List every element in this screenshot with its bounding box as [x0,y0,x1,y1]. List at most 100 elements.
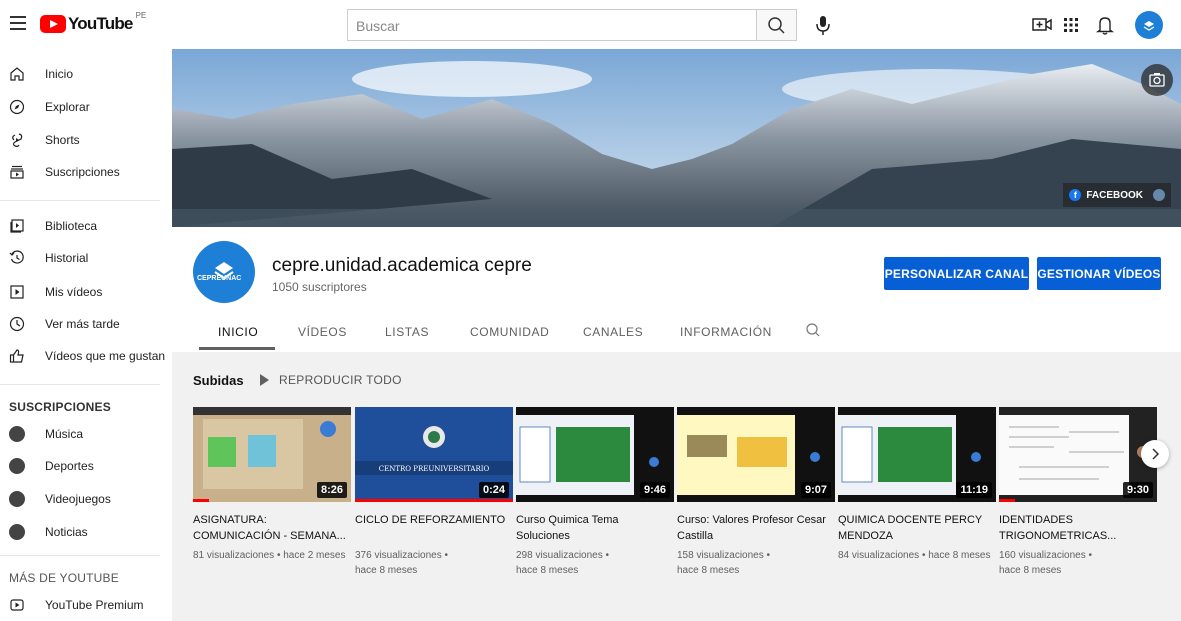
video-duration: 9:46 [639,482,670,498]
notifications-bell-icon [1095,17,1115,35]
sidebar-item-label: Música [45,427,84,441]
video-meta: 81 visualizaciones • hace 2 meses [193,550,346,561]
tab-comunidad[interactable]: COMUNIDAD [470,325,549,339]
sidebar-item-mis-videos[interactable]: Mis vídeos [0,276,172,308]
video-duration: 9:30 [1122,482,1153,498]
thumbs-up-icon [9,349,24,363]
apps-grid-icon [1064,18,1078,32]
sidebar-item-label: Noticias [45,525,88,539]
sidebar-item-label: Mis vídeos [45,285,103,299]
sidebar-item-suscripciones[interactable]: Suscripciones [0,156,172,188]
video-thumbnail[interactable]: CENTRO PREUNIVERSITARIO 0:24 [355,407,513,502]
video-meta: 84 visualizaciones • hace 8 meses [838,550,991,561]
search-button[interactable] [757,9,797,41]
watch-later-icon [9,316,25,332]
tab-inicio[interactable]: INICIO [218,325,258,339]
facebook-label: FACEBOOK [1086,189,1143,201]
chevron-right-icon [1152,448,1160,460]
video-thumbnail[interactable]: 11:19 [838,407,996,502]
tab-videos[interactable]: VÍDEOS [298,325,347,339]
news-channel-icon [9,524,25,540]
sidebar-item-inicio[interactable]: Inicio [0,58,172,90]
sidebar-item-label: Historial [45,251,89,265]
sidebar-item-label: Vídeos que me gustan [45,349,166,363]
menu-icon[interactable] [10,16,26,30]
video-card[interactable]: 8:26 ASIGNATURA: COMUNICACIÓN - SEMANA..… [193,407,351,563]
sidebar-item-historial[interactable]: Historial [0,242,172,274]
play-all-button[interactable]: REPRODUCIR TODO [260,373,402,387]
sidebar-item-label: Ver más tarde [45,317,120,331]
sidebar-item-ver-mas-tarde[interactable]: Ver más tarde [0,308,172,340]
sidebar-item-youtube-premium[interactable]: YouTube Premium [0,589,172,621]
video-card[interactable]: 11:19 QUIMICA DOCENTE PERCY MENDOZA 84 v… [838,407,996,563]
sidebar-item-shorts[interactable]: Shorts [0,124,172,156]
sidebar-item-noticias[interactable]: Noticias [0,516,172,548]
sidebar-divider [0,384,160,385]
sidebar-item-videos-que-me-gustan[interactable]: Vídeos que me gustan [0,340,172,372]
customize-channel-button[interactable]: PERSONALIZAR CANAL [884,257,1029,290]
watch-progress-bar [355,499,513,502]
video-meta: 158 visualizaciones • hace 8 meses [677,550,770,576]
sidebar-item-label: Explorar [45,100,90,114]
camera-icon [1149,73,1165,87]
youtube-play-icon [40,15,66,33]
manage-videos-button[interactable]: GESTIONAR VÍDEOS [1037,257,1161,290]
uploads-section: Subidas REPRODUCIR TODO 8:26 ASIGNATURA:… [172,352,1181,621]
svg-text:CENTRO PREUNIVERSITARIO: CENTRO PREUNIVERSITARIO [379,465,490,473]
subscriber-count: 1050 suscriptores [272,280,367,294]
video-card[interactable]: 9:46 Curso Quimica Tema Soluciones 298 v… [516,407,674,578]
video-card[interactable]: 9:07 Curso: Valores Profesor Cesar Casti… [677,407,835,578]
facebook-link[interactable]: f FACEBOOK [1063,183,1171,207]
video-card[interactable]: CENTRO PREUNIVERSITARIO 0:24 CICLO DE RE… [355,407,513,578]
history-icon [9,250,24,264]
logo-text: YouTube [68,14,133,33]
video-thumbnail[interactable]: 9:07 [677,407,835,502]
sidebar-item-explorar[interactable]: Explorar [0,91,172,123]
sidebar-item-musica[interactable]: Música [0,418,172,450]
sidebar-item-label: Inicio [45,67,74,81]
sidebar-item-deportes[interactable]: Deportes [0,450,172,482]
video-thumbnail[interactable]: 8:26 [193,407,351,502]
sidebar-item-biblioteca[interactable]: Biblioteca [0,210,172,242]
video-title[interactable]: CICLO DE REFORZAMIENTO [355,512,513,544]
video-title[interactable]: Curso: Valores Profesor Cesar Castilla [677,512,835,544]
create-video-icon [1032,18,1052,31]
view-count: 160 visualizaciones [999,550,1086,561]
video-title[interactable]: IDENTIDADES TRIGONOMETRICAS... [999,512,1157,544]
channel-logo-icon [1143,21,1155,31]
video-duration: 0:24 [478,482,509,498]
tab-listas[interactable]: LISTAS [385,325,429,339]
play-all-label: REPRODUCIR TODO [279,373,402,387]
sidebar-divider [0,200,160,201]
carousel-next-button[interactable] [1141,440,1169,468]
view-count: 298 visualizaciones [516,550,603,561]
voice-search-button[interactable] [812,13,834,37]
apps-button[interactable] [1060,14,1082,36]
tab-informacion[interactable]: INFORMACIÓN [680,325,772,339]
channel-avatar[interactable]: CEPREUNAC [193,241,255,303]
notifications-button[interactable] [1094,14,1116,36]
video-thumbnail[interactable]: 9:46 [516,407,674,502]
video-title[interactable]: Curso Quimica Tema Soluciones [516,512,674,544]
sidebar-item-videojuegos[interactable]: Videojuegos [0,483,172,515]
video-title[interactable]: QUIMICA DOCENTE PERCY MENDOZA [838,512,996,544]
create-video-button[interactable] [1031,14,1053,36]
mountain-banner-image [172,49,1181,227]
tab-canales[interactable]: CANALES [583,325,643,339]
section-title: Subidas [193,373,244,388]
sidebar-item-label: YouTube Premium [45,598,144,612]
top-bar: YouTube PE Buscar [0,0,1181,49]
video-thumbnail[interactable]: 9:30 [999,407,1157,502]
search-input[interactable]: Buscar [347,9,757,41]
edit-banner-button[interactable] [1141,64,1173,96]
video-card[interactable]: 9:30 IDENTIDADES TRIGONOMETRICAS... 160 … [999,407,1157,578]
my-videos-icon [10,285,24,299]
channel-name: cepre.unidad.academica cepre [272,255,532,276]
video-meta: 160 visualizaciones • hace 8 meses [999,550,1092,576]
music-channel-icon [9,426,25,442]
account-avatar[interactable] [1135,11,1163,39]
youtube-logo[interactable]: YouTube PE [40,11,146,34]
website-globe-icon[interactable] [1153,189,1165,201]
video-title[interactable]: ASIGNATURA: COMUNICACIÓN - SEMANA... [193,512,351,544]
channel-search-icon[interactable] [805,322,821,338]
